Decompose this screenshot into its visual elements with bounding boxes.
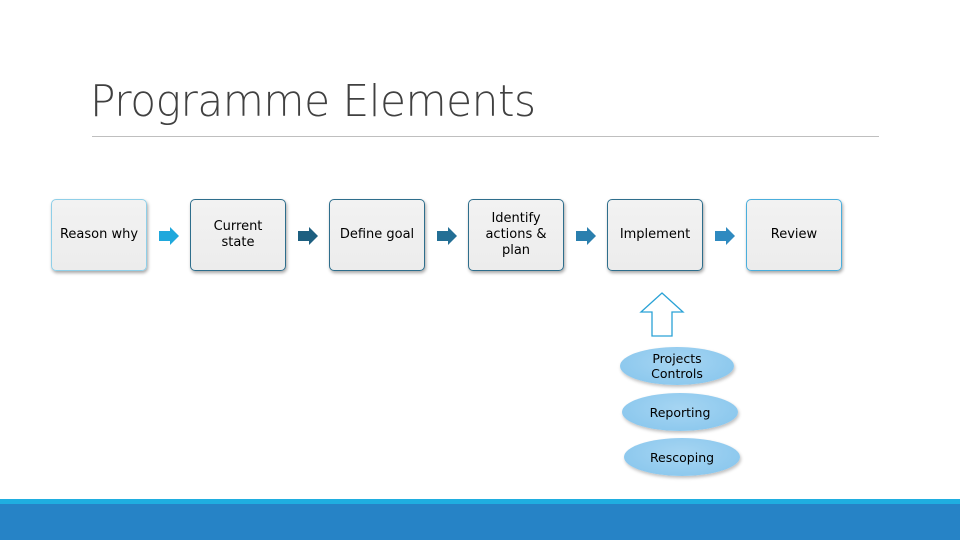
title-divider	[92, 136, 879, 137]
step-identify-actions-plan[interactable]: Identify actions & plan	[468, 199, 564, 271]
step-label: Identify actions & plan	[485, 211, 547, 258]
flow-arrow-icon	[715, 227, 735, 245]
step-label: Current state	[213, 219, 263, 250]
step-review[interactable]: Review	[746, 199, 842, 271]
flow-arrow-icon	[298, 227, 318, 245]
up-arrow-icon	[639, 292, 685, 337]
footer-bar	[0, 504, 960, 540]
step-current-state[interactable]: Current state	[190, 199, 286, 271]
step-label: Implement	[619, 227, 691, 242]
support-item-reporting[interactable]: Reporting	[622, 393, 738, 431]
flow-arrow-icon	[437, 227, 457, 245]
slide-title: Programme Elements	[90, 76, 536, 127]
step-label: Review	[770, 227, 818, 242]
step-reason-why[interactable]: Reason why	[51, 199, 147, 271]
support-item-rescoping[interactable]: Rescoping	[624, 438, 740, 476]
support-label: Projects Controls	[651, 351, 703, 381]
step-label: Define goal	[339, 227, 415, 242]
support-item-projects-controls[interactable]: Projects Controls	[620, 347, 734, 385]
support-label: Rescoping	[649, 449, 715, 465]
flow-arrow-icon	[159, 227, 179, 245]
flow-arrow-icon	[576, 227, 596, 245]
step-define-goal[interactable]: Define goal	[329, 199, 425, 271]
step-implement[interactable]: Implement	[607, 199, 703, 271]
step-label: Reason why	[59, 227, 139, 242]
support-label: Reporting	[649, 404, 711, 420]
